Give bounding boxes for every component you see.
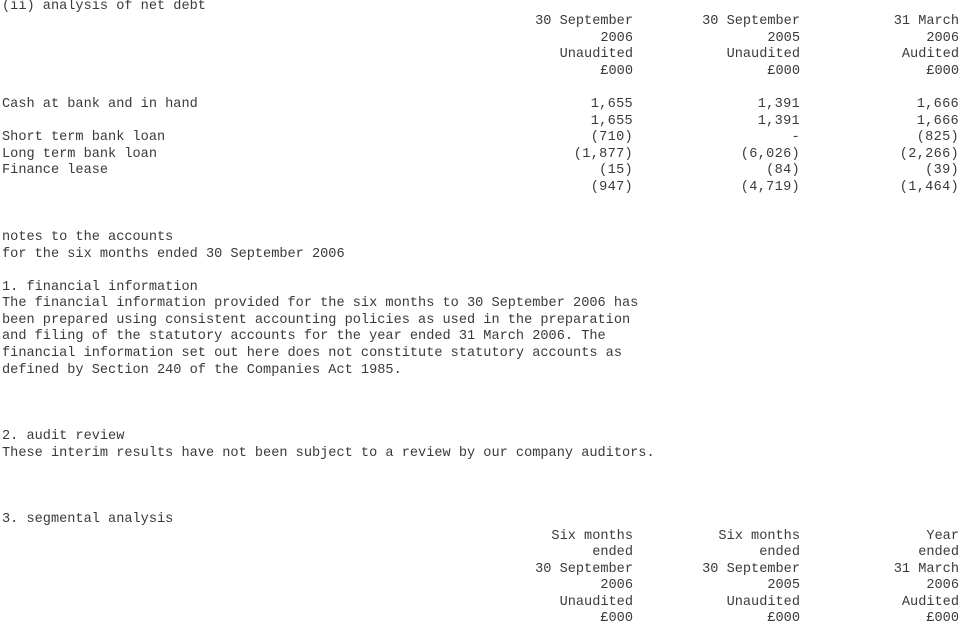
row-value: (84) — [766, 163, 800, 178]
column-header-line: ended — [592, 545, 633, 560]
column-header-line: Audited — [901, 595, 959, 610]
row-value: 1,391 — [757, 97, 800, 112]
column-header-line: £000 — [600, 64, 633, 79]
note-text-line: been prepared using consistent accountin… — [2, 313, 631, 328]
note-title: 2. audit review — [2, 429, 125, 444]
row-value: (710) — [590, 130, 633, 145]
row-value: (947) — [590, 180, 633, 195]
column-header-line: Unaudited — [726, 595, 800, 610]
row-value: (15) — [599, 163, 633, 178]
column-header-line: 30 September — [535, 14, 633, 29]
row-value: - — [791, 130, 800, 145]
column-header-line: ended — [918, 545, 959, 560]
column-header-line: 30 September — [702, 14, 800, 29]
row-value: (1,877) — [573, 147, 633, 162]
column-header-line: 2005 — [767, 578, 800, 593]
column-header-line: 30 September — [702, 562, 800, 577]
row-label: Short term bank loan — [2, 130, 166, 145]
column-header-line: £000 — [767, 64, 800, 79]
column-header-line: Unaudited — [559, 47, 633, 62]
notes-heading: notes to the accounts — [2, 230, 174, 245]
note-title: 3. segmental analysis — [2, 512, 174, 527]
row-label: Cash at bank and in hand — [2, 97, 198, 112]
note-title: 1. financial information — [2, 280, 198, 295]
note-text-line: The financial information provided for t… — [2, 296, 639, 311]
column-header-line: £000 — [600, 611, 633, 626]
column-header-line: Six months — [718, 529, 800, 544]
row-value: 1,391 — [757, 114, 800, 129]
row-label: Finance lease — [2, 163, 109, 178]
note-text-line: and filing of the statutory accounts for… — [2, 329, 606, 344]
column-header-line: Six months — [551, 529, 633, 544]
note-text-line: These interim results have not been subj… — [2, 446, 655, 461]
column-header-line: ended — [759, 545, 800, 560]
column-header-line: Unaudited — [559, 595, 633, 610]
column-header-line: Year — [926, 529, 959, 544]
row-label: Long term bank loan — [2, 147, 157, 162]
column-header-line: £000 — [926, 611, 959, 626]
column-header-line: £000 — [767, 611, 800, 626]
row-value: 1,666 — [916, 97, 959, 112]
column-header-line: 31 March — [893, 14, 959, 29]
row-value: (1,464) — [899, 180, 959, 195]
row-value: (39) — [925, 163, 959, 178]
note-text-line: financial information set out here does … — [2, 346, 622, 361]
column-header-line: 2006 — [926, 578, 959, 593]
column-header-line: 2006 — [600, 31, 633, 46]
column-header-line: 30 September — [535, 562, 633, 577]
row-value: (6,026) — [740, 147, 800, 162]
row-value: (4,719) — [740, 180, 800, 195]
row-value: 1,666 — [916, 114, 959, 129]
column-header-line: Unaudited — [726, 47, 800, 62]
row-value: (2,266) — [899, 147, 959, 162]
row-value: 1,655 — [590, 97, 633, 112]
column-header-line: 2005 — [767, 31, 800, 46]
column-header-line: 2006 — [926, 31, 959, 46]
column-header-line: Audited — [901, 47, 959, 62]
row-value: 1,655 — [590, 114, 633, 129]
column-header-line: 31 March — [893, 562, 959, 577]
column-header-line: £000 — [926, 64, 959, 79]
note-text-line: defined by Section 240 of the Companies … — [2, 363, 402, 378]
net-debt-title: (ii) analysis of net debt — [2, 0, 206, 14]
notes-subheading: for the six months ended 30 September 20… — [2, 247, 345, 262]
row-value: (825) — [916, 130, 959, 145]
column-header-line: 2006 — [600, 578, 633, 593]
